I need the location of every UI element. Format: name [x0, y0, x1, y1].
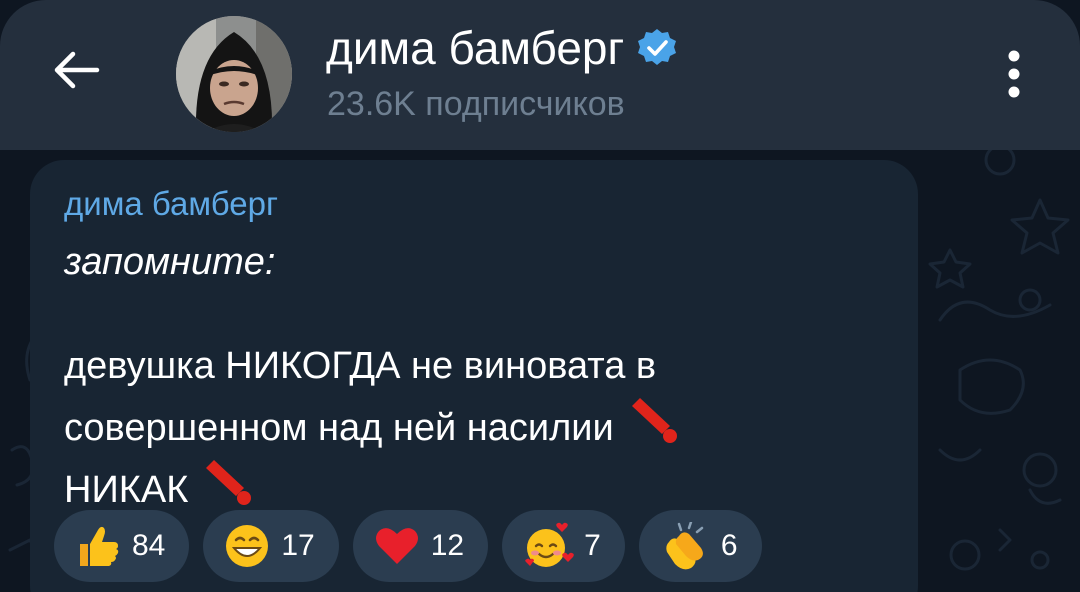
message-line-2: девушка НИКОГДА не виновата в	[64, 345, 657, 387]
subscriber-count: 23.6K подписчиков	[327, 85, 625, 123]
message-line-3: совершенном над ней насилии	[64, 407, 614, 449]
reaction-count: 84	[132, 529, 166, 562]
exclamation-mark-icon	[631, 398, 677, 443]
thumbs-up-icon	[80, 526, 119, 566]
reaction-count: 12	[430, 529, 465, 562]
message-author[interactable]: дима бамберг	[64, 184, 278, 224]
reaction-count: 17	[281, 529, 315, 562]
reaction-clap[interactable]: 6	[638, 510, 762, 582]
more-menu-button[interactable]	[990, 44, 1038, 104]
chat-screen: дима бамберг 23.6K подписчиков дима бамб…	[0, 0, 1080, 592]
reaction-thumbs-up[interactable]: 84	[54, 510, 190, 582]
message-line-3-row: совершенном над ней насилии	[64, 392, 884, 454]
heart-icon	[375, 528, 418, 564]
grinning-face-icon	[226, 525, 269, 567]
reactions-bar: 84 17 12 7 6	[54, 510, 762, 582]
reaction-count: 6	[720, 529, 738, 562]
message-bubble[interactable]: дима бамберг запомните: девушка НИКОГДА …	[30, 160, 918, 592]
verified-badge-icon	[638, 29, 677, 65]
more-vertical-icon	[1008, 50, 1020, 98]
arrow-left-icon	[54, 51, 100, 89]
message-text: запомните: девушка НИКОГДА не виновата в…	[64, 236, 884, 516]
back-button[interactable]	[46, 40, 106, 100]
reaction-smiling-hearts[interactable]: 7	[502, 510, 625, 582]
message-line-1: запомните:	[64, 241, 276, 283]
message-line-4: НИКАК	[64, 469, 189, 511]
chat-header: дима бамберг 23.6K подписчиков	[0, 0, 1080, 150]
channel-avatar[interactable]	[176, 16, 292, 132]
smiling-face-with-hearts-icon	[525, 522, 574, 567]
clapping-hands-icon	[666, 522, 704, 570]
reaction-heart[interactable]: 12	[352, 510, 489, 582]
exclamation-mark-icon	[206, 460, 252, 505]
avatar-image	[176, 16, 292, 132]
reaction-count: 7	[584, 529, 601, 562]
reaction-grinning[interactable]: 17	[203, 510, 339, 582]
message-line-4-row: НИКАК	[64, 454, 884, 516]
channel-name: дима бамберг	[326, 22, 625, 74]
channel-title-row[interactable]: дима бамберг	[326, 22, 678, 74]
